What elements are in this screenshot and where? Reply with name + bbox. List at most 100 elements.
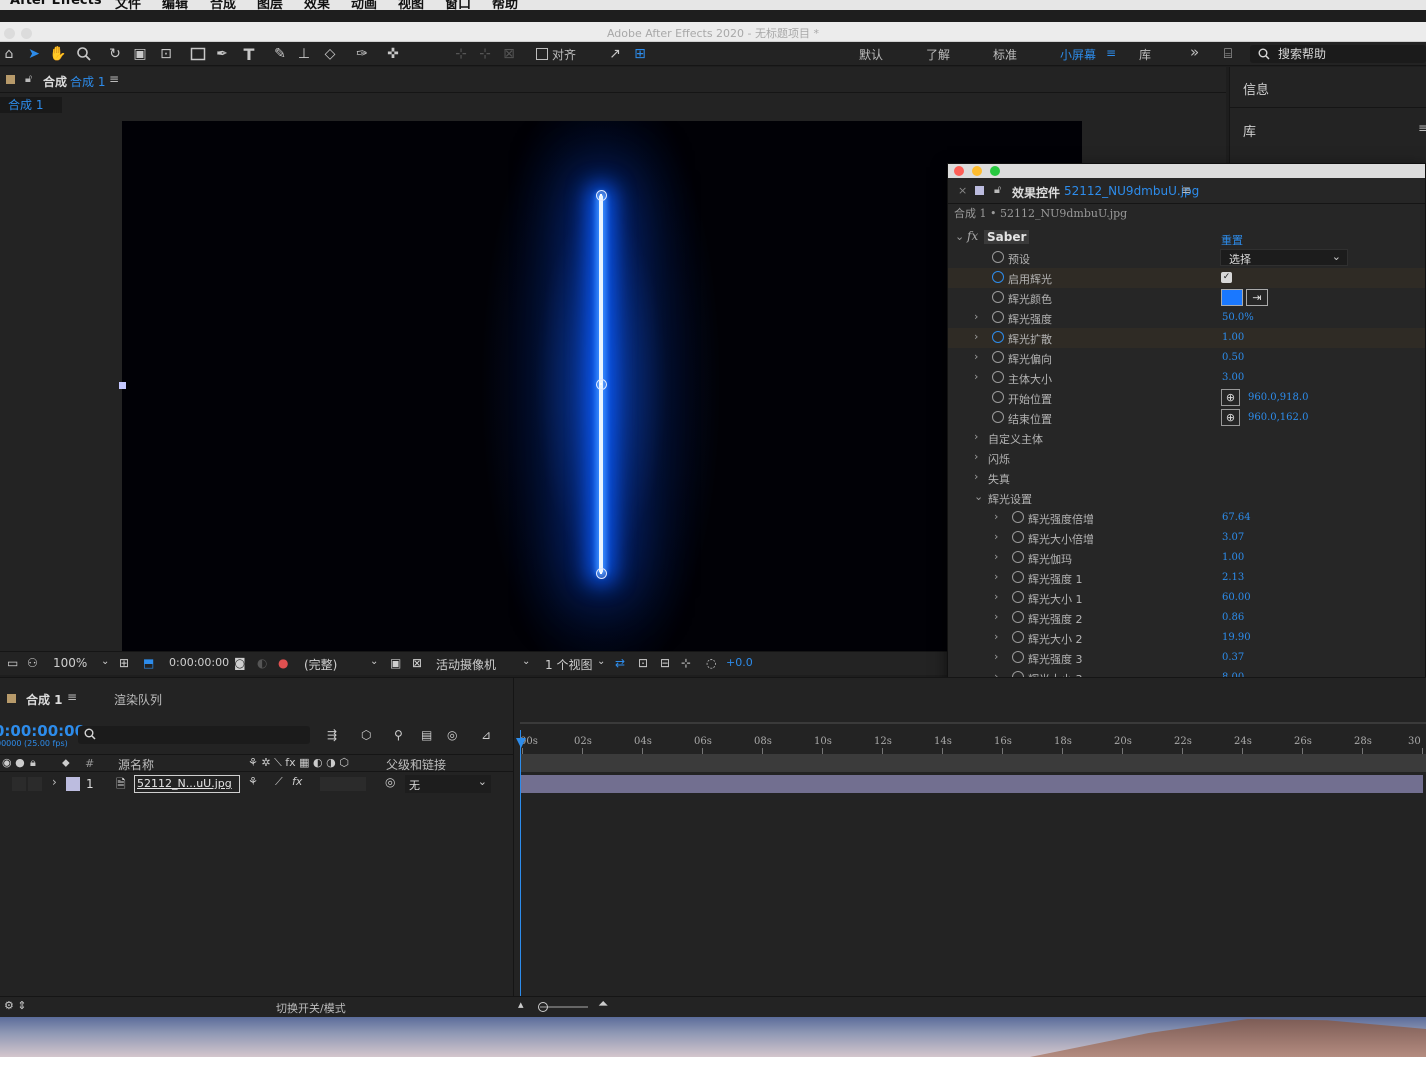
selection-tool-icon[interactable]: ➤	[25, 45, 43, 63]
fx-window-zoom-button[interactable]	[990, 166, 1000, 176]
camera-view-select[interactable]: 活动摄像机	[436, 656, 496, 673]
property-value[interactable]: 3.00	[1222, 372, 1244, 383]
close-tab-icon[interactable]: ×	[958, 184, 967, 197]
show-snapshot-icon[interactable]: ◐	[257, 656, 267, 670]
roto-brush-tool-icon[interactable]: ✑	[353, 45, 371, 63]
saber-start-handle[interactable]	[596, 190, 607, 201]
menu-composition[interactable]: 合成	[210, 0, 236, 10]
panel-menu-icon[interactable]: ≡	[109, 72, 119, 86]
stopwatch-icon[interactable]	[1012, 551, 1024, 563]
snap-icon[interactable]: ↗	[606, 45, 624, 63]
workspace-learn[interactable]: 了解	[926, 46, 950, 63]
stopwatch-icon[interactable]	[992, 251, 1004, 263]
lock-icon[interactable]: 🔓︎	[25, 72, 32, 86]
resolution-dropdown-icon[interactable]: ⌄	[370, 656, 378, 667]
playhead[interactable]	[520, 730, 521, 998]
property-value[interactable]: 1.00	[1222, 552, 1244, 563]
pickwhip-icon[interactable]: ◎	[385, 775, 395, 789]
parent-column-header[interactable]: 父级和链接	[386, 756, 446, 773]
property-value[interactable]: 0.37	[1222, 652, 1244, 663]
crosshair-icon[interactable]: ⊕	[1221, 409, 1240, 426]
property-value[interactable]: 0.50	[1222, 352, 1244, 363]
stopwatch-icon[interactable]	[1012, 531, 1024, 543]
zoom-slider-thumb[interactable]	[538, 1002, 548, 1012]
preset-select[interactable]: 选择 ⌄	[1220, 249, 1348, 266]
timeline-current-time[interactable]: 0:00:00:00	[0, 722, 85, 740]
panel-menu-icon[interactable]: ≡	[1181, 183, 1191, 197]
property-value[interactable]: 3.07	[1222, 532, 1244, 543]
camera-view-dropdown-icon[interactable]: ⌄	[522, 656, 530, 667]
menu-window[interactable]: 窗口	[445, 0, 471, 10]
zoom-select[interactable]: 100%	[53, 656, 87, 670]
pen-tool-icon[interactable]: ✒	[213, 45, 231, 63]
chevron-right-icon[interactable]: ›	[52, 775, 57, 789]
crosshair-icon[interactable]: ⊕	[1221, 389, 1240, 406]
flicker-group[interactable]: › 闪烁	[948, 448, 1425, 468]
custom-core-group[interactable]: › 自定义主体	[948, 428, 1425, 448]
chevron-right-icon[interactable]: ›	[994, 530, 998, 543]
chevron-right-icon[interactable]: ›	[994, 550, 998, 563]
stopwatch-icon[interactable]	[992, 331, 1004, 343]
solo-toggle[interactable]	[28, 777, 42, 791]
composition-tab-name[interactable]: 合成 1	[70, 73, 105, 90]
property-value[interactable]: 1.00	[1222, 332, 1244, 343]
always-preview-icon[interactable]: ▭	[7, 656, 18, 670]
expand-chevron-icon[interactable]: ⌄	[955, 230, 964, 243]
menu-edit[interactable]: 编辑	[162, 0, 188, 10]
mask-visibility-icon[interactable]: ⬒	[143, 656, 154, 670]
layer-name-field[interactable]: 52112_N...uU.jpg	[134, 775, 240, 793]
timeline-icon[interactable]: ⊟	[660, 656, 670, 670]
rotate-tool-icon[interactable]: ↻	[106, 45, 124, 63]
toggle-pixel-aspect-icon[interactable]: ⇄	[615, 656, 625, 670]
brush-tool-icon[interactable]: ✎	[271, 45, 289, 63]
info-panel-title[interactable]: 信息	[1243, 79, 1269, 98]
menu-effect[interactable]: 效果	[304, 0, 330, 10]
enable-glow-checkbox[interactable]: ✓	[1221, 272, 1232, 283]
eraser-tool-icon[interactable]: ◇	[321, 45, 339, 63]
puppet-tool-icon[interactable]: ✜	[384, 45, 402, 63]
snapshot-icon[interactable]: ◙	[234, 656, 246, 670]
draft-3d-icon[interactable]: ⬡	[361, 728, 371, 742]
chevron-right-icon[interactable]: ›	[974, 310, 978, 323]
timeline-search-input[interactable]	[78, 726, 310, 744]
stopwatch-icon[interactable]	[1012, 511, 1024, 523]
shy-layers-icon[interactable]: ⚲	[394, 728, 403, 742]
transparency-grid-icon[interactable]: ⊠	[412, 656, 422, 670]
layer-switches-pane-icon[interactable]: ⚙ ⇕	[4, 999, 27, 1012]
glow-color-swatch[interactable]	[1221, 289, 1243, 306]
zoom-tool-icon[interactable]	[75, 45, 93, 63]
glow-settings-group[interactable]: ⌄ 辉光设置	[948, 488, 1425, 508]
comp-mini-flowchart-icon[interactable]: ⇶	[327, 728, 337, 742]
zoom-dropdown-icon[interactable]: ⌄	[101, 656, 109, 667]
rectangle-tool-icon[interactable]	[189, 45, 207, 63]
hand-tool-icon[interactable]: ✋	[49, 45, 67, 63]
search-panel-toggle-icon[interactable]: ⌸	[1219, 45, 1237, 63]
property-value[interactable]: 19.90	[1222, 632, 1251, 643]
timeline-graph-area[interactable]: 00s 02s 04s 06s 08s 10s 12s 14s 16s 18s 20s 22s 24s 2…	[514, 678, 1426, 1018]
motion-blur-icon[interactable]: ◎	[447, 728, 457, 742]
stopwatch-icon[interactable]	[992, 351, 1004, 363]
stopwatch-icon[interactable]	[1012, 651, 1024, 663]
current-time-display[interactable]: 0:00:00:00	[169, 656, 229, 669]
camera-tool-icon[interactable]: ▣	[131, 45, 149, 63]
chevron-right-icon[interactable]: ›	[994, 590, 998, 603]
chevron-right-icon[interactable]: ›	[974, 470, 978, 483]
saber-end-handle[interactable]	[596, 568, 607, 579]
lock-column-icon[interactable]: 🔒︎	[30, 756, 36, 770]
layer-row[interactable]: › 1 🗎︎ 52112_N...uU.jpg ⚘ ⟋ fx ◎ 无 ⌄	[0, 774, 514, 794]
parent-select[interactable]: 无 ⌄	[405, 775, 491, 793]
chevron-right-icon[interactable]: ›	[994, 510, 998, 523]
chevron-right-icon[interactable]: ›	[974, 430, 978, 443]
chevron-right-icon[interactable]: ›	[974, 330, 978, 343]
align-checkbox[interactable]	[536, 48, 548, 60]
effects-switch-icon[interactable]: fx	[292, 775, 302, 788]
snap-options-icon[interactable]: ⊞	[631, 45, 649, 63]
effect-name-badge[interactable]: Saber	[984, 230, 1030, 244]
axis-view-icon[interactable]: ⊠	[500, 45, 518, 63]
menu-app[interactable]: After Effects	[10, 0, 102, 8]
reset-exposure-icon[interactable]: ◌	[706, 656, 716, 670]
workspace-libraries[interactable]: 库	[1139, 46, 1151, 63]
chevron-right-icon[interactable]: ›	[974, 370, 978, 383]
stopwatch-icon[interactable]	[992, 271, 1004, 283]
distortion-group[interactable]: › 失真	[948, 468, 1425, 488]
